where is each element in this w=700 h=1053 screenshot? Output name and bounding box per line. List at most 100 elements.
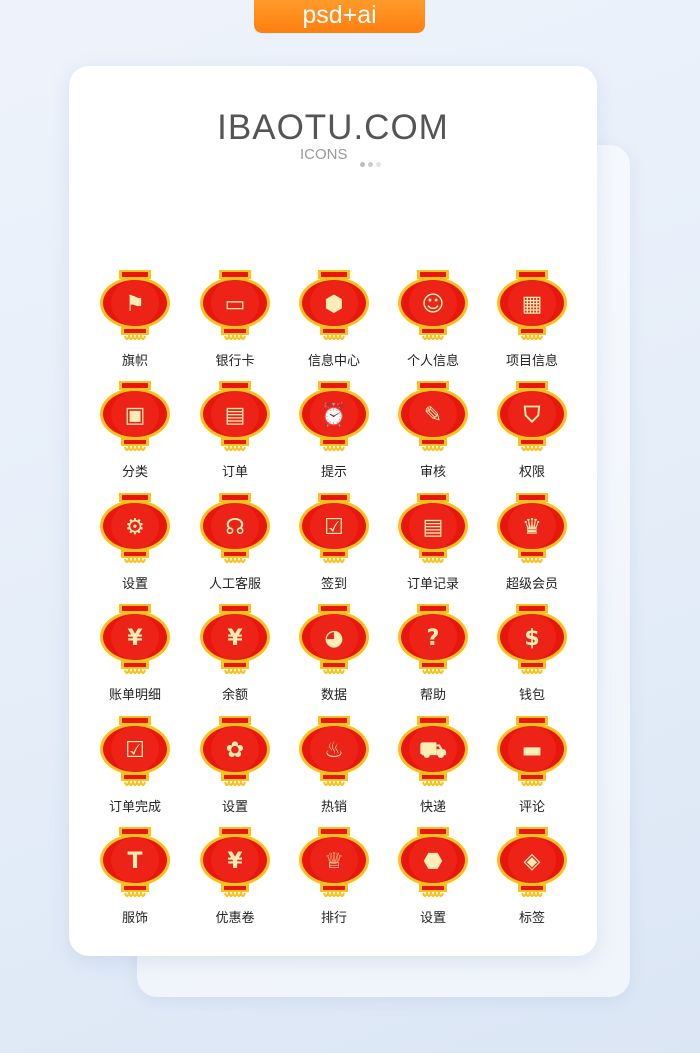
crown-icon: ♛	[497, 493, 567, 563]
icon-item[interactable]: T 服饰	[85, 827, 185, 926]
gear-icon: ✿	[200, 716, 270, 786]
icon-item[interactable]: ☊ 人工客服	[185, 493, 285, 592]
icon-item[interactable]: ⚑ 旗帜	[85, 270, 185, 369]
svg-text:⛟: ⛟	[419, 738, 447, 763]
icon-item[interactable]: ✿ 设置	[185, 716, 285, 815]
format-badge: psd+ai	[254, 0, 425, 33]
comment-icon: ▬	[497, 716, 567, 786]
icon-label: 优惠卷	[215, 911, 255, 926]
icon-item[interactable]: ¥ 余额	[185, 604, 285, 703]
icon-item[interactable]: ? 帮助	[383, 604, 483, 703]
icon-label: 超级会员	[505, 577, 558, 592]
icon-item[interactable]: ¥ 账单明细	[85, 604, 185, 703]
svg-text:✎: ✎	[424, 403, 442, 428]
svg-text:T: T	[127, 849, 142, 874]
icon-item[interactable]: ♕ 排行	[284, 827, 384, 926]
icon-item[interactable]: ⚙ 设置	[85, 493, 185, 592]
headset-icon: ☊	[200, 493, 270, 563]
icon-label: 快递	[419, 800, 446, 815]
icon-label: 服饰	[121, 911, 148, 926]
icon-item[interactable]: ▣ 分类	[85, 381, 185, 480]
icon-item[interactable]: ¥ 优惠卷	[185, 827, 285, 926]
trophy-icon: ♕	[299, 827, 369, 897]
svg-text:⚙: ⚙	[125, 515, 145, 540]
icon-item[interactable]: ◈ 标签	[482, 827, 582, 926]
svg-text:▬: ▬	[522, 738, 543, 763]
review-icon: ✎	[398, 381, 468, 451]
tag-icon: ◈	[497, 827, 567, 897]
icon-item[interactable]: $ 钱包	[482, 604, 582, 703]
icon-label: 余额	[221, 688, 248, 703]
svg-text:☊: ☊	[225, 515, 245, 540]
svg-text:$: $	[524, 626, 539, 651]
icon-item[interactable]: ▤ 订单记录	[383, 493, 483, 592]
svg-text:▦: ▦	[522, 292, 543, 317]
svg-text:▤: ▤	[423, 515, 444, 540]
icon-item[interactable]: ⛟ 快递	[383, 716, 483, 815]
help-icon: ?	[398, 604, 468, 674]
icon-label: 订单	[221, 465, 248, 480]
tshirt-icon: T	[100, 827, 170, 897]
icon-label: 个人信息	[406, 354, 459, 369]
fire-icon: ♨	[299, 716, 369, 786]
icon-label: 设置	[419, 911, 446, 926]
bill-icon: ¥	[100, 604, 170, 674]
checkbox-icon: ☑	[100, 716, 170, 786]
svg-text:♕: ♕	[324, 849, 344, 874]
id-card-icon: ☺	[398, 270, 468, 340]
order-icon: ▤	[200, 381, 270, 451]
svg-text:⬣: ⬣	[423, 849, 442, 874]
icon-item[interactable]: ▬ 评论	[482, 716, 582, 815]
icon-item[interactable]: ☑ 订单完成	[85, 716, 185, 815]
svg-text:⚑: ⚑	[125, 292, 145, 317]
bank-card-icon: ▭	[200, 270, 270, 340]
icon-label: 审核	[419, 465, 446, 480]
icon-label: 订单记录	[406, 577, 459, 592]
icon-item[interactable]: ✎ 审核	[383, 381, 483, 480]
svg-text:▭: ▭	[225, 292, 246, 317]
icon-item[interactable]: ▦ 项目信息	[482, 270, 582, 369]
settings-icon: ⚙	[100, 493, 170, 563]
icon-item[interactable]: ▤ 订单	[185, 381, 285, 480]
icon-label: 数据	[320, 688, 347, 703]
icon-label: 权限	[518, 465, 545, 480]
svg-text:♨: ♨	[324, 738, 344, 763]
icon-item[interactable]: ◕ 数据	[284, 604, 384, 703]
icon-item[interactable]: ♨ 热销	[284, 716, 384, 815]
icon-item[interactable]: ♛ 超级会员	[482, 493, 582, 592]
balance-icon: ¥	[200, 604, 270, 674]
order-record-icon: ▤	[398, 493, 468, 563]
svg-text:✿: ✿	[226, 738, 244, 763]
icon-label: 分类	[121, 465, 148, 480]
icon-item[interactable]: ⛉ 权限	[482, 381, 582, 480]
icon-item[interactable]: ⬢ 信息中心	[284, 270, 384, 369]
svg-text:⛉: ⛉	[523, 403, 541, 428]
brand-title: IBAOTU.COM	[217, 108, 449, 147]
icon-item[interactable]: ☺ 个人信息	[383, 270, 483, 369]
icon-label: 签到	[320, 577, 347, 592]
dots-decoration	[360, 152, 384, 171]
icon-label: 旗帜	[121, 354, 148, 369]
svg-text:☑: ☑	[324, 515, 344, 540]
icon-label: 设置	[221, 800, 248, 815]
icon-label: 提示	[320, 465, 347, 480]
icon-item[interactable]: ☑ 签到	[284, 493, 384, 592]
category-icon: ▣	[100, 381, 170, 451]
svg-text:¥: ¥	[227, 849, 243, 874]
icon-label: 热销	[320, 800, 347, 815]
svg-text:⬢: ⬢	[324, 292, 343, 317]
svg-text:¥: ¥	[227, 626, 243, 651]
icon-label: 订单完成	[108, 800, 161, 815]
calendar-check-icon: ☑	[299, 493, 369, 563]
icon-item[interactable]: ⏰ 提示	[284, 381, 384, 480]
flag-icon: ⚑	[100, 270, 170, 340]
icon-label: 银行卡	[215, 354, 255, 369]
icon-label: 人工客服	[208, 577, 261, 592]
svg-text:☑: ☑	[125, 738, 145, 763]
pie-chart-icon: ◕	[299, 604, 369, 674]
svg-text:?: ?	[427, 626, 440, 651]
icon-item[interactable]: ▭ 银行卡	[185, 270, 285, 369]
truck-icon: ⛟	[398, 716, 468, 786]
icon-item[interactable]: ⬣ 设置	[383, 827, 483, 926]
subtitle: ICONS	[300, 146, 348, 163]
